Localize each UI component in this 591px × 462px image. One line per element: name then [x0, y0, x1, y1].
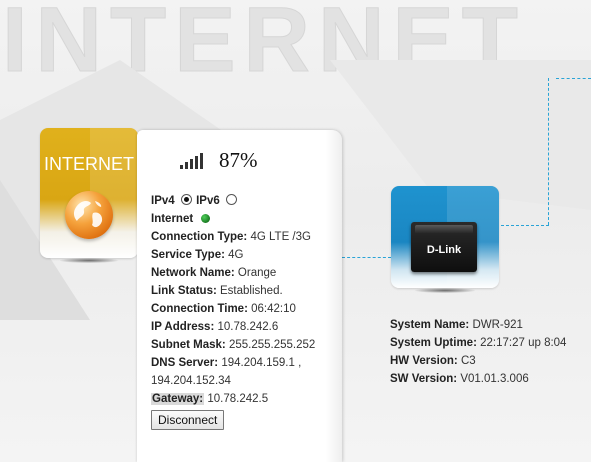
dns-server-row: DNS Server: 194.204.159.1 , [151, 354, 315, 372]
device-top-panel [415, 225, 473, 234]
sw-version-row: SW Version: V01.01.3.006 [390, 370, 566, 388]
internet-label: Internet [151, 213, 194, 225]
gateway-label: Gateway: [151, 393, 205, 405]
globe-icon [65, 191, 113, 239]
system-name-label: System Name: [390, 319, 470, 331]
connection-time-label: Connection Time: [151, 303, 248, 315]
ipv4-radio[interactable] [180, 194, 192, 205]
connection-type-value: 4G LTE /3G [250, 231, 311, 243]
service-type-value: 4G [228, 249, 244, 261]
hw-version-row: HW Version: C3 [390, 352, 566, 370]
subnet-mask-value: 255.255.255.252 [228, 339, 316, 351]
signal-bars-icon [180, 153, 210, 169]
dns-server-value-secondary: 194.204.152.34 [151, 375, 231, 387]
dns-server-value-primary: 194.204.159.1 , [221, 357, 302, 369]
system-info: System Name: DWR-921 System Uptime: 22:1… [390, 316, 566, 388]
gateway-row: Gateway: 10.78.242.5 [151, 390, 315, 408]
ipv4-label: IPv4 [151, 195, 175, 207]
subnet-mask-row: Subnet Mask: 255.255.255.252 [151, 336, 315, 354]
router-device-icon: D-Link [411, 222, 477, 272]
ipv6-label: IPv6 [196, 195, 220, 207]
hw-version-value: C3 [460, 355, 476, 367]
link-status-label: Link Status: [151, 285, 217, 297]
connection-time-row: Connection Time: 06:42:10 [151, 300, 315, 318]
network-name-value: Orange [237, 267, 277, 279]
sw-version-value: V01.01.3.006 [460, 373, 529, 385]
connector-line-top [556, 78, 591, 79]
internet-card[interactable]: INTERNET [40, 128, 138, 258]
hw-version-label: HW Version: [390, 355, 458, 367]
internet-status-panel: 87% IPv4 IPv6 Internet Connection Type: … [137, 130, 342, 462]
dns-server-row-secondary: 194.204.152.34 [151, 372, 315, 390]
connector-line-router [501, 225, 549, 226]
system-uptime-row: System Uptime: 22:17:27 up 8:04 [390, 334, 566, 352]
network-name-label: Network Name: [151, 267, 235, 279]
ip-address-value: 10.78.242.6 [217, 321, 279, 333]
service-type-label: Service Type: [151, 249, 225, 261]
system-uptime-label: System Uptime: [390, 337, 477, 349]
disconnect-button[interactable]: Disconnect [151, 410, 225, 430]
internet-card-shadow [60, 258, 118, 263]
device-card[interactable]: D-Link [391, 186, 499, 288]
link-status-row: Link Status: Established. [151, 282, 315, 300]
subnet-mask-label: Subnet Mask: [151, 339, 226, 351]
disconnect-row: Disconnect [151, 408, 315, 430]
signal-percent: 87% [219, 148, 258, 172]
internet-status-indicator-icon [201, 214, 211, 223]
internet-card-label: INTERNET [44, 154, 134, 174]
connection-type-label: Connection Type: [151, 231, 248, 243]
system-name-row: System Name: DWR-921 [390, 316, 566, 334]
ip-address-row: IP Address: 10.78.242.6 [151, 318, 315, 336]
connection-time-value: 06:42:10 [251, 303, 296, 315]
device-logo: D-Link [426, 244, 462, 256]
dns-server-label: DNS Server: [151, 357, 219, 369]
gateway-value: 10.78.242.5 [207, 393, 269, 405]
device-card-shadow [415, 288, 475, 293]
internet-status-row: Internet [151, 210, 315, 228]
ipv6-radio[interactable] [225, 194, 237, 205]
ip-address-label: IP Address: [151, 321, 215, 333]
sw-version-label: SW Version: [390, 373, 458, 385]
service-type-row: Service Type: 4G [151, 246, 315, 264]
connector-line-vertical [548, 78, 549, 225]
system-uptime-value: 22:17:27 up 8:04 [480, 337, 567, 349]
ip-version-row: IPv4 IPv6 [151, 192, 315, 210]
connection-type-row: Connection Type: 4G LTE /3G [151, 228, 315, 246]
system-name-value: DWR-921 [472, 319, 523, 331]
network-name-row: Network Name: Orange [151, 264, 315, 282]
link-status-value: Established. [220, 285, 283, 297]
connector-line-panel [342, 257, 391, 258]
